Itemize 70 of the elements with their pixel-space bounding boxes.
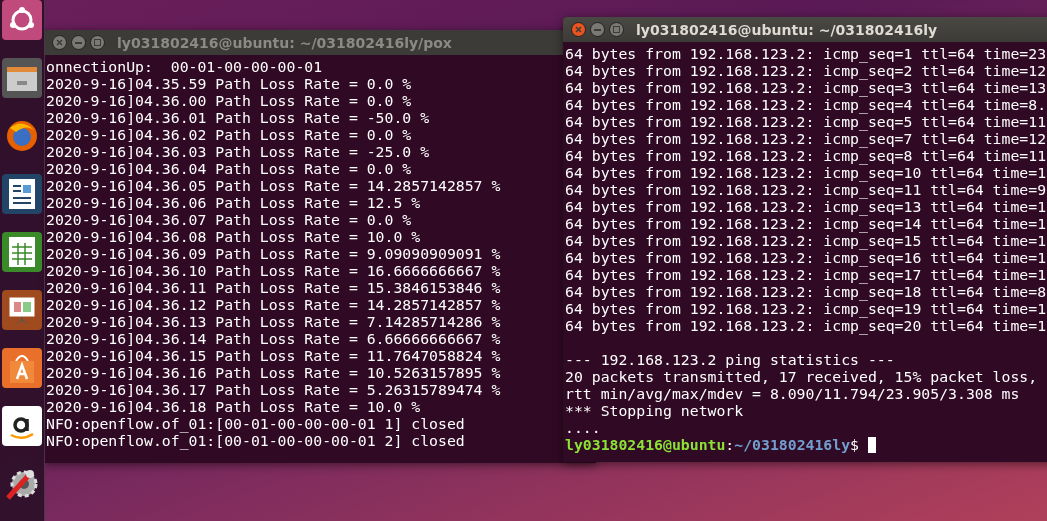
- prompt-separator: :: [725, 436, 735, 453]
- terminal-line: 2020-9-16]04.36.07 Path Loss Rate = 0.0 %: [46, 211, 412, 228]
- terminal-line: 2020-9-16]04.36.08 Path Loss Rate = 10.0 %: [46, 228, 421, 245]
- maximize-button[interactable]: [609, 22, 624, 37]
- terminal-line: 64 bytes from 192.168.123.2: icmp_seq=3 ttl=64 time=13: [565, 79, 1047, 96]
- spreadsheet-icon[interactable]: [2, 232, 42, 272]
- minimize-button[interactable]: [71, 35, 86, 50]
- terminal-line: 64 bytes from 192.168.123.2: icmp_seq=11 ttl=64 time=9: [565, 181, 1047, 198]
- minimize-icon: [594, 28, 601, 31]
- document-icon[interactable]: [2, 174, 42, 214]
- terminal-line: 64 bytes from 192.168.123.2: icmp_seq=1 ttl=64 time=23: [565, 45, 1047, 62]
- maximize-button[interactable]: [90, 35, 105, 50]
- terminal-line: 2020-9-16]04.36.12 Path Loss Rate = 14.2857142857 %: [46, 296, 501, 313]
- terminal-line: 64 bytes from 192.168.123.2: icmp_seq=13 ttl=64 time=1: [565, 198, 1047, 215]
- terminal-line: 64 bytes from 192.168.123.2: icmp_seq=18 ttl=64 time=8: [565, 283, 1047, 300]
- terminal-line: 64 bytes from 192.168.123.2: icmp_seq=17 ttl=64 time=1: [565, 266, 1047, 283]
- close-icon: [575, 26, 582, 33]
- terminal-line: *** Stopping network: [565, 402, 744, 419]
- shopping-bag-icon[interactable]: [2, 348, 42, 388]
- terminal-line: 64 bytes from 192.168.123.2: icmp_seq=7 ttl=64 time=12: [565, 130, 1047, 147]
- terminal-line: 64 bytes from 192.168.123.2: icmp_seq=15 ttl=64 time=1: [565, 232, 1047, 249]
- file-cabinet-icon[interactable]: [2, 58, 42, 98]
- terminal-line: 2020-9-16]04.36.00 Path Loss Rate = 0.0 %: [46, 92, 412, 109]
- terminal-line: 2020-9-16]04.36.06 Path Loss Rate = 12.5 %: [46, 194, 421, 211]
- ubuntu-logo-icon[interactable]: [2, 0, 42, 40]
- terminal-line: 2020-9-16]04.36.03 Path Loss Rate = -25.0 %: [46, 143, 430, 160]
- terminal-line: ....: [565, 419, 601, 436]
- terminal-line: 2020-9-16]04.36.11 Path Loss Rate = 15.3846153846 %: [46, 279, 501, 296]
- terminal-line: 2020-9-16]04.36.04 Path Loss Rate = 0.0 %: [46, 160, 412, 177]
- close-button[interactable]: [52, 35, 67, 50]
- terminal-line: 2020-9-16]04.36.05 Path Loss Rate = 14.2857142857 %: [46, 177, 501, 194]
- prompt-path: ~/031802416ly: [734, 436, 851, 453]
- terminal-line: NFO:openflow.of_01:[00-01-00-00-00-01 1] closed: [46, 415, 465, 432]
- minimize-icon: [75, 41, 82, 44]
- terminal-line: 64 bytes from 192.168.123.2: icmp_seq=4 ttl=64 time=8.: [565, 96, 1047, 113]
- maximize-icon: [613, 26, 620, 33]
- window-title: ly031802416@ubuntu: ~/031802416ly/pox: [117, 34, 452, 51]
- terminal-line: 2020-9-16]04.36.13 Path Loss Rate = 7.14285714286 %: [46, 313, 501, 330]
- terminal-line: 2020-9-16]04.36.01 Path Loss Rate = -50.0 %: [46, 109, 430, 126]
- window-title: ly031802416@ubuntu: ~/031802416ly: [636, 21, 938, 38]
- maximize-icon: [94, 39, 101, 46]
- close-icon: [56, 39, 63, 46]
- terminal-line: 2020-9-16]04.36.16 Path Loss Rate = 10.5263157895 %: [46, 364, 501, 381]
- terminal-line: 2020-9-16]04.36.17 Path Loss Rate = 5.26315789474 %: [46, 381, 501, 398]
- text-cursor: [868, 437, 876, 453]
- terminal-line: 64 bytes from 192.168.123.2: icmp_seq=16 ttl=64 time=1: [565, 249, 1047, 266]
- presentation-icon[interactable]: [2, 290, 42, 330]
- terminal-line: 20 packets transmitted, 17 received, 15% packet loss,: [565, 368, 1038, 385]
- terminal-line: 64 bytes from 192.168.123.2: icmp_seq=10 ttl=64 time=1: [565, 164, 1047, 181]
- terminal-line: NFO:openflow.of_01:[00-01-00-00-00-01 2] closed: [46, 432, 465, 449]
- terminal-line: 2020-9-16]04.36.02 Path Loss Rate = 0.0 %: [46, 126, 412, 143]
- terminal-line: 64 bytes from 192.168.123.2: icmp_seq=14 ttl=64 time=1: [565, 215, 1047, 232]
- terminal-line: 2020-9-16]04.36.14 Path Loss Rate = 6.66666666667 %: [46, 330, 501, 347]
- prompt-user: ly031802416@ubuntu: [565, 436, 726, 453]
- terminal-line: 64 bytes from 192.168.123.2: icmp_seq=2 ttl=64 time=12: [565, 62, 1047, 79]
- terminal-line: --- 192.168.123.2 ping statistics ---: [565, 351, 895, 368]
- terminal-line: 64 bytes from 192.168.123.2: icmp_seq=8 ttl=64 time=11: [565, 147, 1047, 164]
- terminal-line: 64 bytes from 192.168.123.2: icmp_seq=20 ttl=64 time=1: [565, 317, 1047, 334]
- terminal-line: rtt min/avg/max/mdev = 8.090/11.794/23.905/3.308 ms: [565, 385, 1020, 402]
- prompt-symbol: $: [850, 436, 859, 453]
- terminal-line: 2020-9-16]04.36.18 Path Loss Rate = 10.0 %: [46, 398, 421, 415]
- terminal-line: 2020-9-16]04.35.59 Path Loss Rate = 0.0 %: [46, 75, 412, 92]
- close-button[interactable]: [571, 22, 586, 37]
- terminal-line: 2020-9-16]04.36.10 Path Loss Rate = 16.6666666667 %: [46, 262, 501, 279]
- terminal-line: 2020-9-16]04.36.09 Path Loss Rate = 9.09090909091 %: [46, 245, 501, 262]
- minimize-button[interactable]: [590, 22, 605, 37]
- terminal-line: onnectionUp: 00-01-00-00-00-01: [46, 58, 323, 75]
- terminal-line: 2020-9-16]04.36.15 Path Loss Rate = 11.7647058824 %: [46, 347, 501, 364]
- terminal-line: 64 bytes from 192.168.123.2: icmp_seq=19 ttl=64 time=1: [565, 300, 1047, 317]
- terminal-line: 64 bytes from 192.168.123.2: icmp_seq=5 ttl=64 time=11: [565, 113, 1047, 130]
